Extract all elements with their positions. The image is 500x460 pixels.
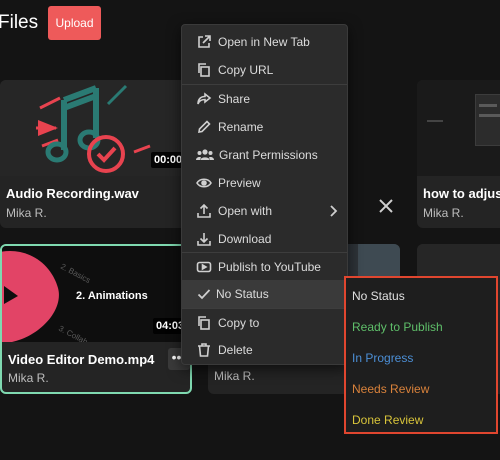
- pencil-icon: [196, 119, 212, 135]
- status-option-needs-review[interactable]: Needs Review: [352, 382, 429, 396]
- status-submenu: No Status Ready to Publish In Progress N…: [344, 276, 498, 434]
- share-icon: [196, 91, 212, 107]
- close-icon[interactable]: [378, 198, 394, 214]
- status-option-done-review[interactable]: Done Review: [352, 413, 423, 427]
- file-card-video[interactable]: 2. Basics 3. Collab 2. Animations 04:03 …: [0, 244, 192, 394]
- menu-item-preview[interactable]: Preview: [182, 169, 347, 197]
- youtube-icon: [196, 259, 212, 275]
- card-title: Video Editor Demo.mp4: [8, 352, 155, 367]
- context-menu: Open in New Tab Copy URL Share Rename Gr…: [181, 24, 348, 365]
- menu-item-delete[interactable]: Delete: [182, 336, 347, 364]
- copy-icon: [196, 62, 212, 78]
- menu-item-label: Open with: [218, 204, 273, 218]
- download-icon: [196, 231, 212, 247]
- video-thumb-text: 2. Animations: [76, 290, 148, 302]
- card-owner: Mika R.: [423, 206, 464, 220]
- eye-icon: [196, 175, 212, 191]
- status-option-ready-to-publish[interactable]: Ready to Publish: [352, 320, 443, 334]
- card-title: how to adjust: [423, 186, 500, 201]
- card-title: Audio Recording.wav: [6, 186, 139, 201]
- menu-item-label: Share: [218, 92, 251, 106]
- menu-item-no-status[interactable]: No Status: [182, 280, 347, 308]
- menu-item-download[interactable]: Download: [182, 225, 347, 253]
- external-link-icon: [196, 34, 212, 50]
- menu-item-label: Grant Permissions: [219, 148, 318, 162]
- menu-item-copy-url[interactable]: Copy URL: [182, 56, 347, 84]
- svg-text:2. Basics: 2. Basics: [59, 262, 92, 285]
- copy-icon: [196, 315, 212, 331]
- card-owner: Mika R.: [8, 371, 49, 385]
- menu-item-label: Copy to: [218, 316, 260, 330]
- status-option-no-status[interactable]: No Status: [352, 289, 405, 303]
- card-owner: Mika R.: [214, 369, 255, 383]
- check-icon: [196, 286, 212, 302]
- video-thumbnail: [417, 80, 500, 176]
- menu-item-label: Delete: [218, 343, 253, 357]
- upload-button[interactable]: Upload: [48, 6, 101, 40]
- menu-item-publish-youtube[interactable]: Publish to YouTube: [182, 253, 347, 281]
- card-owner: Mika R.: [6, 206, 47, 220]
- menu-item-label: Publish to YouTube: [218, 260, 321, 274]
- menu-item-label: Open in New Tab: [218, 35, 310, 49]
- users-icon: [196, 147, 214, 163]
- page-title: Files: [0, 12, 39, 33]
- status-option-in-progress[interactable]: In Progress: [352, 351, 413, 365]
- menu-item-label: Copy URL: [218, 63, 274, 77]
- menu-item-label: Download: [218, 232, 272, 246]
- upload-icon: [196, 203, 212, 219]
- menu-item-share[interactable]: Share: [182, 85, 347, 113]
- menu-item-copy-to[interactable]: Copy to: [182, 309, 347, 337]
- menu-item-open-new-tab[interactable]: Open in New Tab: [182, 28, 347, 56]
- menu-item-label: No Status: [216, 287, 269, 301]
- chevron-right-icon: [328, 204, 338, 223]
- trash-icon: [196, 342, 212, 358]
- file-card-how-to-adjust[interactable]: how to adjust Mika R.: [417, 80, 500, 228]
- svg-text:3. Collab: 3. Collab: [57, 324, 90, 342]
- file-card-audio[interactable]: 00:00 Audio Recording.wav Mika R.: [0, 80, 192, 228]
- menu-item-rename[interactable]: Rename: [182, 113, 347, 141]
- menu-item-open-with[interactable]: Open with: [182, 197, 347, 225]
- menu-item-label: Preview: [218, 176, 261, 190]
- menu-item-label: Rename: [218, 120, 264, 134]
- menu-item-grant-permissions[interactable]: Grant Permissions: [182, 141, 347, 169]
